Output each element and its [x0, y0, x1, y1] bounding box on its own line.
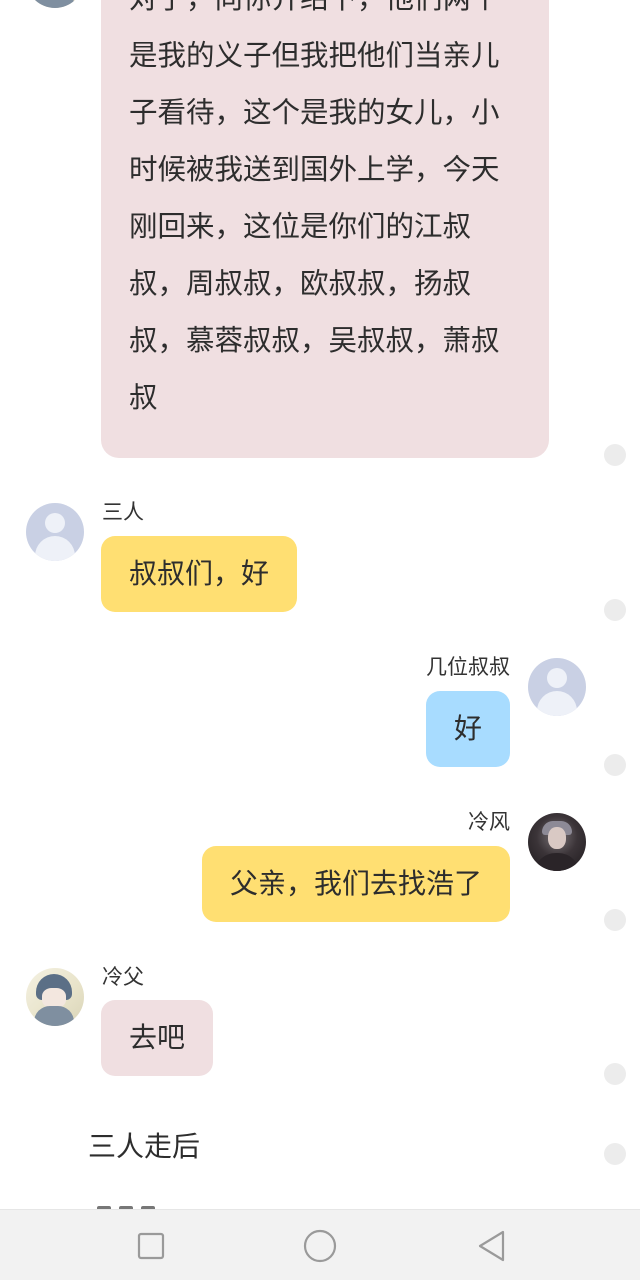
avatar-cold-father-top[interactable]	[26, 0, 84, 8]
avatar-leng-feng[interactable]	[528, 813, 586, 871]
message-bubble: 叔叔们，好	[101, 536, 298, 612]
avatar-three-people[interactable]	[26, 503, 84, 561]
status-dot	[604, 444, 626, 466]
sender-name: 几位叔叔	[426, 655, 510, 679]
status-dot	[604, 1143, 626, 1165]
home-icon[interactable]	[302, 1228, 338, 1264]
recent-apps-icon[interactable]	[133, 1228, 169, 1264]
avatar-uncles[interactable]	[528, 658, 586, 716]
sender-name: 冷风	[468, 810, 510, 834]
sender-name: 冷父	[102, 965, 144, 989]
system-navigation-bar	[0, 1209, 640, 1280]
sender-name: 三人	[102, 500, 144, 524]
message-bubble: 去吧	[101, 1000, 214, 1076]
status-dot	[604, 1063, 626, 1085]
narration-text: 三人走后	[88, 1130, 201, 1163]
status-dot	[604, 599, 626, 621]
chat-screen: 对了，向你介绍下，他们两个 是我的义子但我把他们当亲儿 子看待，这个是我的女儿，…	[0, 0, 640, 1280]
message-bubble-intro: 对了，向你介绍下，他们两个 是我的义子但我把他们当亲儿 子看待，这个是我的女儿，…	[101, 0, 549, 458]
message-bubble: 父亲，我们去找浩了	[201, 846, 510, 922]
status-dot	[604, 909, 626, 931]
avatar-cold-father[interactable]	[26, 968, 84, 1026]
back-icon[interactable]	[474, 1228, 510, 1264]
message-bubble: 好	[425, 691, 510, 767]
status-dot	[604, 754, 626, 776]
